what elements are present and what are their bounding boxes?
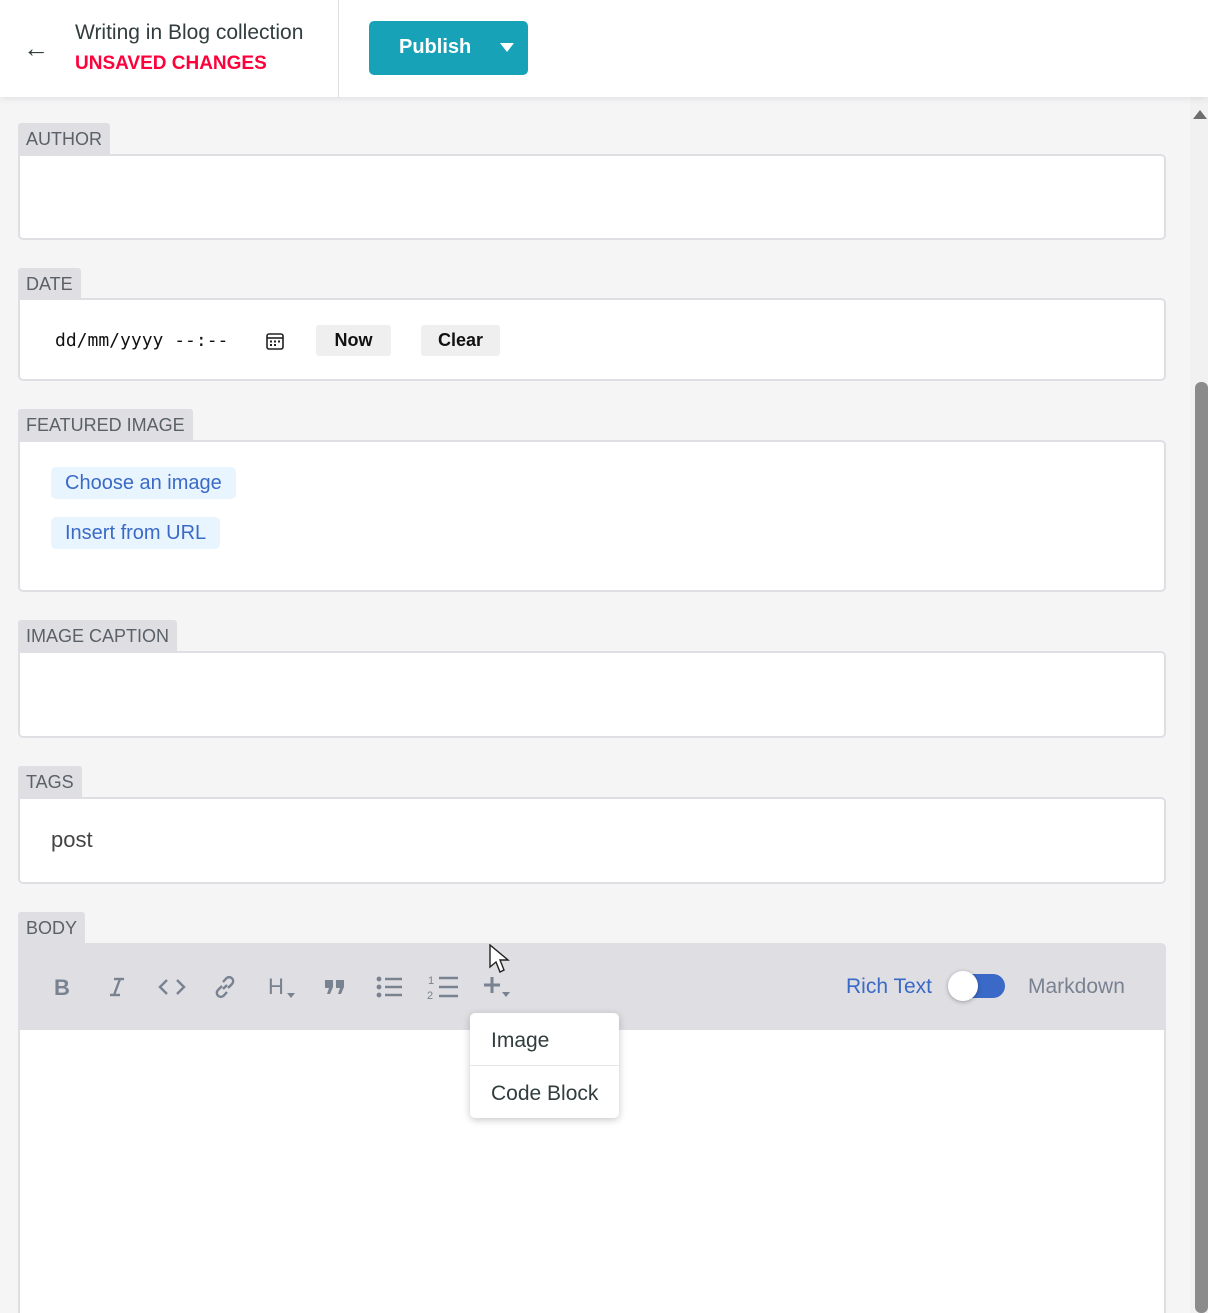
menu-item-code-block[interactable]: Code Block [470,1068,619,1120]
menu-item-image[interactable]: Image [470,1015,619,1067]
featured-image-field: Choose an image Insert from URL [18,440,1166,592]
arrow-left-icon[interactable]: ← [22,34,50,62]
link-icon[interactable] [209,971,241,1003]
featured-image-label: FEATURED IMAGE [18,409,193,441]
publish-button[interactable]: Publish [369,21,528,75]
bulleted-list-icon[interactable] [373,971,405,1003]
heading-icon[interactable]: H [264,971,302,1003]
image-caption-label: IMAGE CAPTION [18,620,178,652]
publish-label[interactable]: Publish [399,36,471,59]
tags-value[interactable]: post [51,827,93,853]
menu-divider [470,1065,619,1066]
date-input[interactable]: dd/mm/yyyy --:-- [55,330,228,351]
unsaved-status: UNSAVED CHANGES [75,53,267,74]
markdown-mode-label[interactable]: Markdown [1028,975,1125,999]
scroll-up-arrow-icon[interactable] [1193,110,1207,119]
svg-text:B: B [54,975,70,999]
image-caption-input[interactable] [18,651,1166,738]
insert-from-url-button[interactable]: Insert from URL [51,517,221,549]
body-label: BODY [18,912,86,944]
insert-component-menu: Image Code Block [470,1013,619,1118]
author-label: AUTHOR [18,123,110,155]
calendar-icon[interactable] [265,331,285,351]
tags-label: TAGS [18,766,82,798]
collection-title: Writing in Blog collection [75,21,304,44]
svg-text:2: 2 [427,990,433,1001]
back-link[interactable]: ← Writing in Blog collection UNSAVED CHA… [0,0,339,97]
mouse-pointer-icon [489,943,511,979]
caret-down-icon[interactable] [500,43,514,52]
now-button[interactable]: Now [316,325,391,356]
rich-text-mode-label[interactable]: Rich Text [846,975,932,999]
toggle-knob[interactable] [948,971,978,1001]
date-label: DATE [18,268,81,300]
scrollbar-thumb[interactable] [1195,382,1208,1313]
date-field: dd/mm/yyyy --:-- Now Clear [18,298,1166,381]
svg-text:1: 1 [428,975,434,987]
tags-input[interactable]: post [18,797,1166,884]
quote-icon[interactable] [319,971,351,1003]
code-icon[interactable] [156,971,188,1003]
italic-icon[interactable] [101,971,133,1003]
numbered-list-icon[interactable]: 1 2 [427,971,459,1003]
editor-mode-toggle[interactable] [948,971,1005,1001]
bold-icon[interactable]: B [47,971,79,1003]
author-input[interactable] [18,154,1166,240]
editor-topbar: ← Writing in Blog collection UNSAVED CHA… [0,0,1208,97]
choose-image-button[interactable]: Choose an image [51,467,236,499]
clear-button[interactable]: Clear [421,325,500,356]
svg-text:H: H [268,974,284,999]
